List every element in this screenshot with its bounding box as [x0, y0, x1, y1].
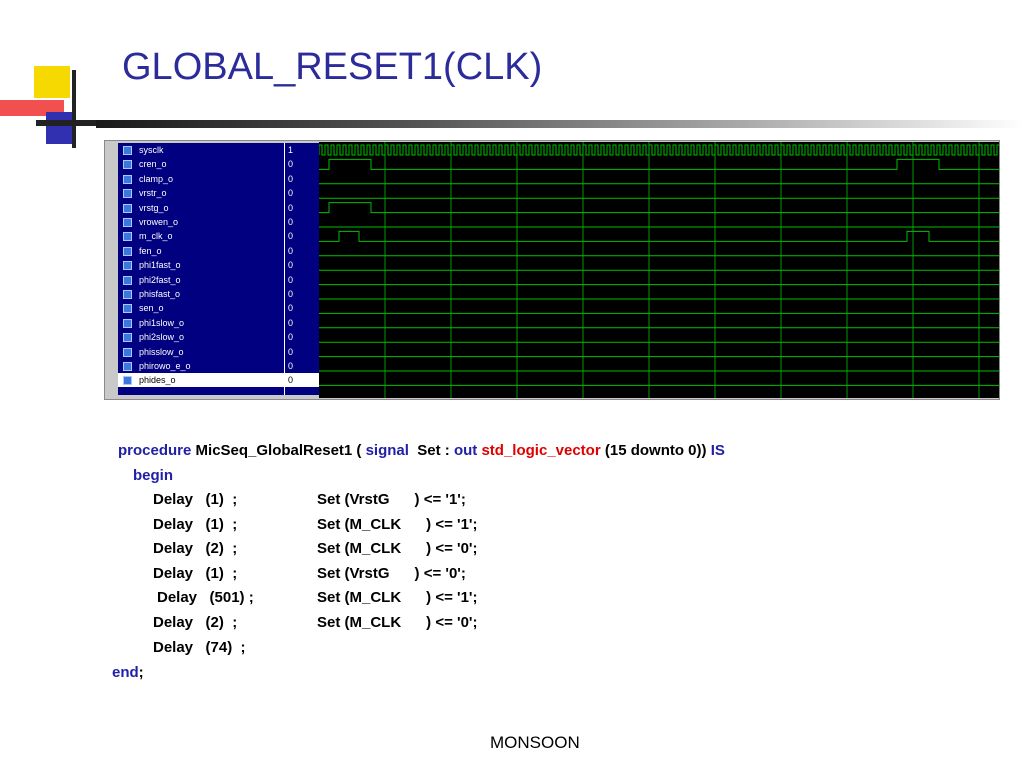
range-text: (15 downto 0))	[600, 442, 711, 459]
code-set: Set (M_CLK ) <= '1';	[317, 589, 478, 607]
slide-footer: MONSOON	[490, 733, 580, 752]
code-set: Set (VrstG ) <= '0';	[317, 564, 466, 582]
keyword-end: end	[112, 664, 139, 681]
code-line-begin: begin	[133, 467, 173, 484]
code-delay: Delay (501) ;	[157, 589, 254, 607]
code-delay: Delay (2) ;	[153, 614, 238, 631]
keyword-is: IS	[710, 442, 725, 459]
keyword-out: out	[453, 442, 478, 459]
code-set: Set (M_CLK ) <= '0';	[317, 614, 478, 631]
keyword-procedure: procedure	[118, 442, 192, 459]
code-delay: Delay (1) ;	[153, 491, 238, 508]
code-delay: Delay (74) ;	[153, 638, 246, 656]
vhdl-code-block: procedure MicSeq_GlobalReset1 ( signal S…	[0, 0, 1024, 768]
code-line-end: end;	[112, 664, 144, 681]
code-line-procedure: procedure MicSeq_GlobalReset1 ( signal S…	[118, 442, 725, 459]
type-std-logic-vector: std_logic_vector	[481, 442, 601, 459]
code-set: Set (M_CLK ) <= '1';	[317, 515, 478, 533]
code-delay: Delay (1) ;	[153, 564, 238, 582]
end-semicolon: ;	[138, 664, 144, 681]
code-delay: Delay (2) ;	[153, 540, 238, 558]
param-set: Set :	[408, 442, 454, 459]
code-delay: Delay (1) ;	[153, 515, 238, 533]
procedure-name: MicSeq_GlobalReset1 (	[191, 442, 366, 459]
code-set: Set (M_CLK ) <= '0';	[317, 540, 478, 558]
code-set: Set (VrstG ) <= '1';	[317, 491, 466, 508]
keyword-signal: signal	[365, 442, 409, 459]
